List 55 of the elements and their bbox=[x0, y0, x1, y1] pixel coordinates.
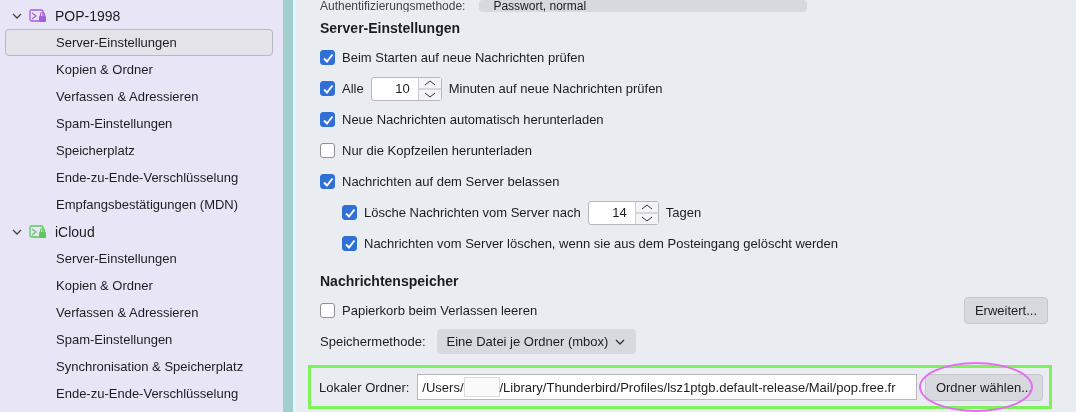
field-label: Speichermethode: bbox=[320, 334, 426, 349]
sidebar-item[interactable]: Speicherplatz bbox=[5, 137, 273, 164]
sidebar-item[interactable]: Ende-zu-Ende-Verschlüsselung bbox=[5, 380, 273, 407]
redacted-block bbox=[463, 377, 500, 397]
option-label: Alle bbox=[342, 81, 364, 96]
sidebar-item[interactable]: Spam-Einstellungen bbox=[5, 110, 273, 137]
advanced-button[interactable]: Erweitert... bbox=[963, 297, 1048, 324]
option-label: Nur die Kopfzeilen herunterladen bbox=[342, 143, 533, 158]
sidebar-item[interactable]: Kopien & Ordner bbox=[5, 56, 273, 83]
sidebar-item[interactable]: Kopien & Ordner bbox=[5, 272, 273, 299]
sidebar-item[interactable]: Spam-Einstellungen bbox=[5, 326, 273, 353]
checkmark-icon bbox=[343, 237, 356, 250]
checkmark-icon bbox=[321, 51, 334, 64]
account-name[interactable]: iCloud bbox=[55, 223, 95, 240]
checkmark-icon bbox=[321, 113, 334, 126]
choose-folder-button[interactable]: Ordner wählen... bbox=[924, 373, 1043, 401]
storage-method-dropdown[interactable]: Eine Datei je Ordner (mbox) bbox=[436, 329, 637, 354]
checkbox[interactable] bbox=[320, 303, 335, 318]
number-spinner[interactable]: 14 bbox=[587, 200, 659, 225]
sidebar-item[interactable]: Ende-zu-Ende-Verschlüsselung bbox=[5, 164, 273, 191]
checkbox[interactable] bbox=[320, 174, 335, 189]
scrollbar[interactable] bbox=[283, 0, 296, 412]
option-label: Nachrichten vom Server löschen, wenn sie aus dem Posteingang gelöscht werden bbox=[364, 236, 839, 251]
checkbox[interactable] bbox=[320, 50, 335, 65]
sidebar-item[interactable]: Server-Einstellungen bbox=[5, 29, 273, 56]
option-label: Tagen bbox=[665, 205, 702, 220]
sidebar-item[interactable]: Synchronisation & Speicherplatz bbox=[5, 353, 273, 380]
auth-method-dropdown[interactable]: Passwort, normal bbox=[479, 0, 808, 12]
checkmark-icon bbox=[321, 175, 334, 188]
sidebar-item[interactable]: Empfangsbestätigungen (MDN) bbox=[5, 191, 273, 218]
checkbox[interactable] bbox=[320, 143, 335, 158]
checkbox[interactable] bbox=[320, 81, 335, 96]
option-label: Lösche Nachrichten vom Server nach bbox=[364, 205, 581, 220]
account-name[interactable]: POP-1998 bbox=[55, 7, 121, 24]
checkmark-icon bbox=[343, 206, 356, 219]
checkbox[interactable] bbox=[342, 205, 357, 220]
number-spinner[interactable]: 10 bbox=[370, 76, 442, 101]
sidebar-item[interactable]: Verfassen & Adressieren bbox=[5, 299, 273, 326]
sidebar-item[interactable]: Server-Einstellungen bbox=[5, 245, 273, 272]
option-label: Minuten auf neue Nachrichten prüfen bbox=[448, 81, 663, 96]
stepper-arrows-icon bbox=[634, 201, 658, 224]
sidebar-item[interactable]: Verfassen & Adressieren bbox=[5, 83, 273, 110]
option-label: Papierkorb beim Verlassen leeren bbox=[342, 303, 539, 318]
checkmark-icon bbox=[321, 82, 334, 95]
option-label: Beim Starten auf neue Nachrichten prüfen bbox=[342, 50, 585, 65]
field-label: Lokaler Ordner: bbox=[319, 379, 410, 395]
path-field[interactable]: /Users/ /Library/Thunderbird/Profiles/lsz1ptgb.default-release/Mail/pop.free.fr bbox=[417, 374, 917, 400]
checkbox[interactable] bbox=[320, 112, 335, 127]
stepper-arrows-icon bbox=[417, 77, 441, 100]
checkbox[interactable] bbox=[342, 236, 357, 251]
option-label: Neue Nachrichten automatisch herunterladen bbox=[342, 112, 604, 127]
field-label: Authentifizierungsmethode: bbox=[320, 0, 466, 12]
section-heading: Server-Einstellungen bbox=[320, 19, 462, 38]
section-heading: Nachrichtenspeicher bbox=[320, 272, 460, 291]
option-label: Nachrichten auf dem Server belassen bbox=[342, 174, 560, 189]
